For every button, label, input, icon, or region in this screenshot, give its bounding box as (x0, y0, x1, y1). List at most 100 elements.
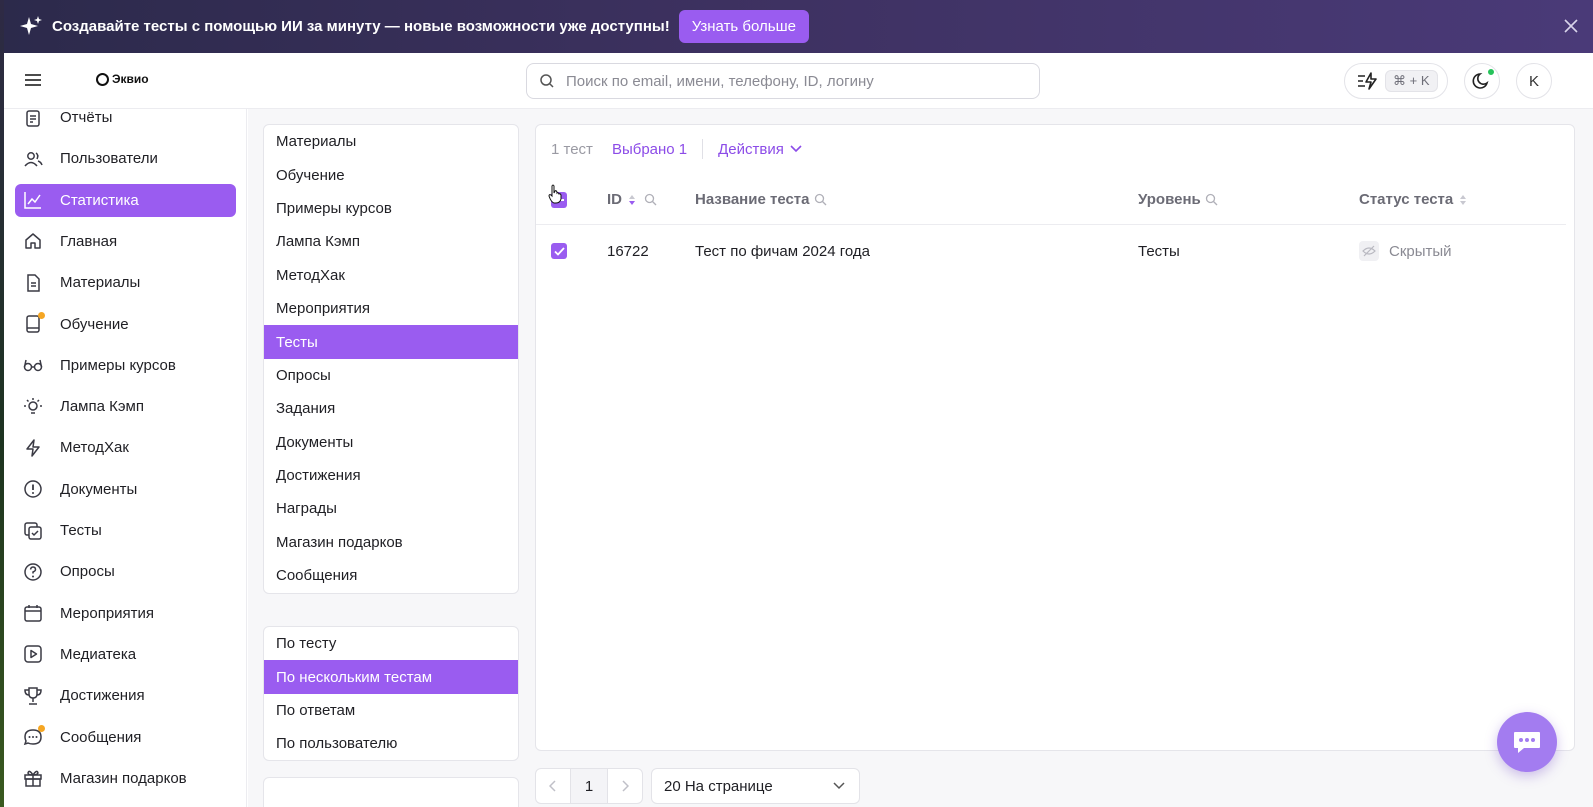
selected-count[interactable]: Выбрано 1 (612, 141, 687, 158)
category-item[interactable]: Достижения (264, 459, 518, 492)
category-item[interactable]: Лампа Кэмп (264, 225, 518, 258)
test-level: Тесты (1138, 242, 1180, 260)
promo-banner: Создавайте тесты с помощью ИИ за минуту … (4, 0, 1593, 53)
close-icon[interactable] (1561, 16, 1581, 36)
sidebar-item[interactable]: Пользователи (15, 142, 236, 175)
sidebar-item[interactable]: Отчёты (15, 109, 236, 134)
sidebar-item-label: Статистика (60, 191, 139, 209)
sidebar-item[interactable]: МетодХак (15, 431, 236, 464)
category-item[interactable]: Тесты (264, 325, 518, 359)
hidden-eye-icon (1359, 241, 1379, 261)
sidebar-item-label: Опросы (60, 563, 115, 581)
items-count: 1 тест (551, 140, 593, 158)
sidebar-item[interactable]: Лампа Кэмп (15, 390, 236, 423)
menu-icon[interactable] (23, 70, 43, 90)
sidebar-item-label: Мероприятия (60, 604, 155, 622)
sidebar-item[interactable]: Медиатека (15, 638, 236, 671)
sidebar-item[interactable]: Примеры курсов (15, 349, 236, 382)
info-circle-icon (23, 479, 43, 499)
home-icon (23, 231, 43, 251)
report-mode-item[interactable]: По нескольким тестам (264, 660, 518, 694)
category-item[interactable]: Документы (264, 426, 518, 459)
sidebar-item[interactable]: Документы (15, 473, 236, 506)
test-name[interactable]: Тест по фичам 2024 года (695, 226, 870, 276)
sidebar-item-label: Достижения (60, 687, 145, 705)
quick-actions-button[interactable]: ⌘ + K (1344, 63, 1448, 99)
current-page[interactable]: 1 (571, 768, 607, 804)
status-header-label: Статус теста (1359, 191, 1454, 208)
sidebar-item[interactable]: Достижения (15, 679, 236, 712)
sidebar-item-label: Отчёты (60, 109, 113, 126)
sidebar-item[interactable]: Магазин подарков (15, 762, 236, 795)
theme-toggle[interactable] (1464, 63, 1500, 99)
category-item[interactable]: МетодХак (264, 259, 518, 292)
chevron-left-icon (549, 780, 556, 792)
top-header: Эквио ⌘ + K K (4, 53, 1593, 109)
sort-icon[interactable] (1459, 194, 1467, 206)
report-mode-item[interactable]: По пользователю (264, 727, 518, 760)
actions-label: Действия (718, 140, 784, 158)
level-column-header[interactable]: Уровень (1138, 175, 1218, 224)
sidebar-item[interactable]: Тесты (15, 514, 236, 547)
table-toolbar: 1 тест Выбрано 1 Действия (551, 139, 802, 159)
chat-bubble-icon (1514, 732, 1540, 753)
category-item[interactable]: Материалы (264, 125, 518, 158)
category-item[interactable]: Опросы (264, 359, 518, 392)
calendar-icon (23, 603, 43, 623)
trophy-icon (23, 686, 43, 706)
category-item[interactable]: Сообщения (264, 559, 518, 592)
support-chat-button[interactable] (1497, 712, 1557, 772)
user-avatar[interactable]: K (1516, 63, 1552, 99)
learn-more-button[interactable]: Узнать больше (678, 10, 809, 43)
sidebar-item[interactable]: Главная (15, 225, 236, 258)
sidebar-item-label: Пользователи (60, 150, 158, 168)
chevron-right-icon (622, 780, 629, 792)
per-page-value: 20 На странице (664, 777, 773, 795)
sidebar-item-label: Сообщения (60, 728, 142, 746)
id-column-header[interactable]: ID (607, 175, 657, 224)
table-row[interactable]: 16722 Тест по фичам 2024 года Тесты Скры… (536, 226, 1566, 276)
sidebar-item[interactable]: Опросы (15, 555, 236, 588)
category-item[interactable]: Мероприятия (264, 292, 518, 325)
sidebar-item-label: Материалы (60, 274, 141, 292)
logo-mark-icon (96, 72, 109, 86)
column-search-icon[interactable] (814, 193, 827, 206)
sidebar-item-label: Тесты (60, 522, 102, 539)
category-item[interactable]: Примеры курсов (264, 192, 518, 225)
next-page-button[interactable] (607, 768, 643, 804)
sidebar-item[interactable]: Статистика (15, 183, 236, 217)
sort-icon[interactable] (628, 194, 636, 206)
hand-cursor-icon (548, 184, 562, 204)
report-mode-item[interactable]: По ответам (264, 694, 518, 727)
actions-dropdown[interactable]: Действия (718, 141, 802, 158)
report-mode-item[interactable]: По тесту (264, 627, 518, 660)
sidebar-item[interactable]: Мероприятия (15, 597, 236, 630)
name-column-header[interactable]: Название теста (695, 175, 827, 224)
sidebar-item-label: Лампа Кэмп (60, 398, 144, 416)
category-item[interactable]: Магазин подарков (264, 526, 518, 559)
sidebar-item[interactable]: Сообщения (15, 721, 236, 754)
logo[interactable]: Эквио (96, 72, 149, 86)
sidebar-item-label: Документы (60, 480, 138, 498)
column-search-icon[interactable] (644, 193, 657, 206)
sidebar-item[interactable]: Обучение (15, 308, 236, 341)
per-page-select[interactable]: 20 На странице (651, 768, 860, 804)
tests-table: 1 тест Выбрано 1 Действия ID Название те… (535, 124, 1575, 751)
category-item[interactable]: Задания (264, 392, 518, 425)
column-search-icon[interactable] (1205, 193, 1218, 206)
row-checkbox[interactable] (551, 243, 567, 259)
toolbar-divider (702, 139, 704, 159)
prev-page-button[interactable] (535, 768, 571, 804)
category-item[interactable]: Награды (264, 492, 518, 525)
test-id: 16722 (607, 242, 649, 260)
users-icon (23, 149, 43, 169)
quick-lightning-icon (1358, 72, 1377, 90)
status-column-header[interactable]: Статус теста (1359, 175, 1467, 224)
category-item[interactable]: Обучение (264, 158, 518, 191)
sidebar-item-label: Обучение (60, 315, 129, 333)
sidebar-item[interactable]: Материалы (15, 266, 236, 299)
search-box[interactable] (526, 63, 1040, 99)
search-input[interactable] (566, 72, 1006, 90)
glasses-icon (23, 355, 43, 375)
sidebar-item-label: МетодХак (60, 439, 129, 457)
